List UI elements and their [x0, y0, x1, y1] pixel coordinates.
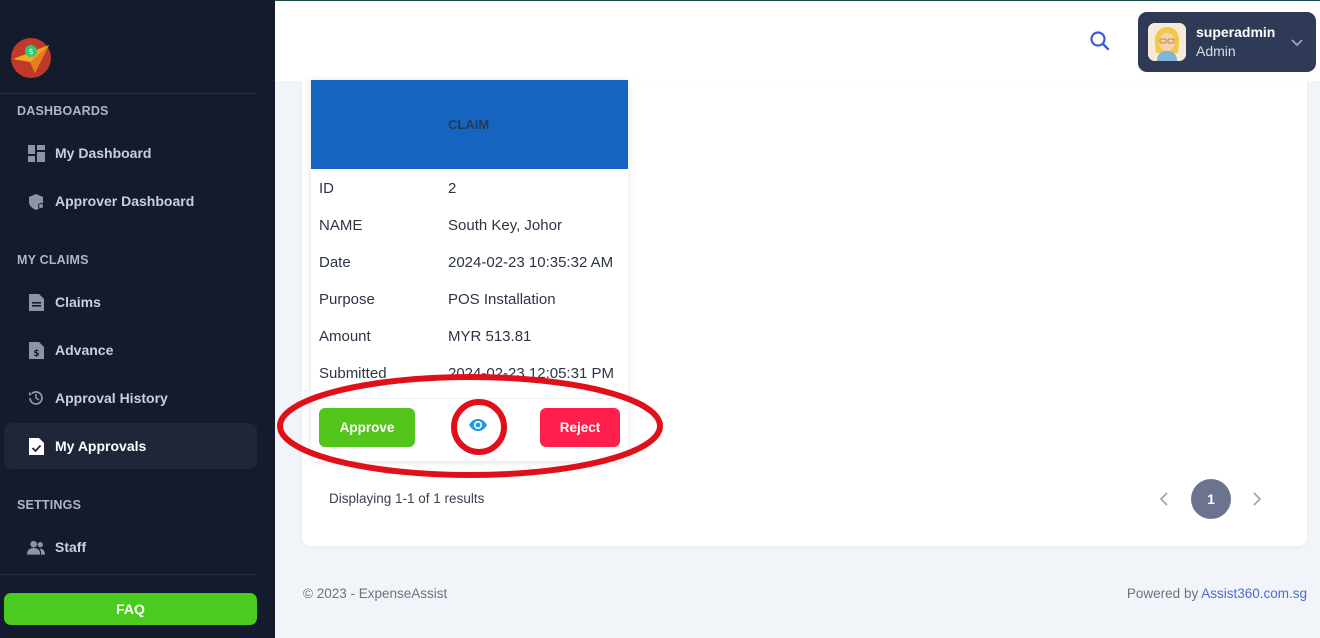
- field-value: POS Installation: [448, 291, 556, 308]
- sidebar-divider: [0, 93, 257, 94]
- sidebar: $ DASHBOARDS My Dashboard Approver Dashb…: [0, 0, 275, 638]
- field-row-purpose: Purpose POS Installation: [319, 291, 556, 311]
- pagination-next-icon[interactable]: [1249, 489, 1265, 509]
- approve-button[interactable]: Approve: [319, 408, 415, 447]
- view-button[interactable]: [461, 410, 495, 444]
- dashboard-icon: [27, 144, 45, 162]
- footer-powered-by: Powered by Assist360.com.sg: [1127, 586, 1307, 601]
- claim-card: CLAIM ID 2 NAME South Key, Johor Date 20…: [311, 80, 628, 461]
- sidebar-item-label: My Approvals: [55, 438, 147, 454]
- sidebar-item-claims[interactable]: Claims: [4, 279, 257, 325]
- document-icon: [27, 293, 45, 311]
- sidebar-item-my-approvals[interactable]: My Approvals: [4, 423, 257, 469]
- field-value: 2024-02-23 12:05:31 PM: [448, 365, 614, 382]
- sidebar-item-label: Approval History: [55, 390, 168, 406]
- section-dashboards: DASHBOARDS: [17, 104, 109, 118]
- sidebar-item-label: Approver Dashboard: [55, 193, 195, 209]
- search-icon[interactable]: [1089, 30, 1111, 52]
- user-name: superadmin: [1196, 24, 1276, 40]
- claim-card-title: CLAIM: [448, 117, 490, 132]
- field-row-name: NAME South Key, Johor: [319, 217, 562, 237]
- user-menu[interactable]: superadmin Admin: [1138, 12, 1316, 72]
- field-row-date: Date 2024-02-23 10:35:32 AM: [319, 254, 613, 274]
- top-header: superadmin Admin: [275, 0, 1320, 81]
- sidebar-item-approver-dashboard[interactable]: Approver Dashboard: [4, 178, 257, 224]
- users-icon: [27, 538, 45, 556]
- field-label: Amount: [319, 328, 371, 345]
- field-row-submitted: Submitted 2024-02-23 12:05:31 PM: [319, 365, 614, 385]
- powered-by-link[interactable]: Assist360.com.sg: [1201, 586, 1307, 601]
- field-row-id: ID 2: [319, 180, 456, 200]
- pagination-prev-icon[interactable]: [1156, 489, 1172, 509]
- sidebar-item-advance[interactable]: $ Advance: [4, 327, 257, 373]
- sidebar-item-staff[interactable]: Staff: [4, 524, 257, 570]
- sidebar-item-my-dashboard[interactable]: My Dashboard: [4, 130, 257, 176]
- sidebar-item-label: My Dashboard: [55, 145, 152, 161]
- footer-copyright: © 2023 - ExpenseAssist: [303, 586, 448, 601]
- sidebar-item-approval-history[interactable]: Approval History: [4, 375, 257, 421]
- approved-document-icon: [27, 437, 45, 455]
- field-label: Date: [319, 254, 351, 271]
- powered-by-text: Powered by: [1126, 586, 1202, 601]
- actions-divider: [311, 398, 628, 399]
- user-role: Admin: [1196, 43, 1236, 59]
- chevron-down-icon: [1290, 35, 1304, 54]
- field-label: NAME: [319, 217, 363, 234]
- field-label: Submitted: [319, 365, 387, 382]
- field-label: Purpose: [319, 291, 375, 308]
- pagination-page-current[interactable]: 1: [1191, 479, 1231, 519]
- section-settings: SETTINGS: [17, 498, 82, 512]
- results-summary: Displaying 1-1 of 1 results: [329, 491, 485, 506]
- dollar-document-icon: $: [27, 341, 45, 359]
- svg-text:$: $: [33, 349, 39, 359]
- avatar: [1148, 23, 1186, 61]
- field-label: ID: [319, 180, 334, 197]
- reject-button[interactable]: Reject: [540, 408, 620, 447]
- field-value: MYR 513.81: [448, 328, 532, 345]
- faq-button[interactable]: FAQ: [4, 593, 257, 625]
- eye-icon: [468, 418, 488, 437]
- shield-icon: [27, 192, 45, 210]
- section-my-claims: MY CLAIMS: [17, 253, 89, 267]
- claim-card-header: CLAIM: [311, 80, 628, 169]
- field-value: 2024-02-23 10:35:32 AM: [448, 254, 614, 271]
- field-value: South Key, Johor: [448, 217, 562, 234]
- field-value: 2: [448, 180, 457, 197]
- svg-text:$: $: [28, 47, 33, 56]
- sidebar-item-label: Staff: [55, 539, 87, 555]
- history-icon: [27, 389, 45, 407]
- sidebar-item-label: Claims: [55, 294, 101, 310]
- field-row-amount: Amount MYR 513.81: [319, 328, 531, 348]
- sidebar-divider: [0, 574, 257, 575]
- app-logo[interactable]: $: [9, 37, 53, 79]
- sidebar-item-label: Advance: [55, 342, 114, 358]
